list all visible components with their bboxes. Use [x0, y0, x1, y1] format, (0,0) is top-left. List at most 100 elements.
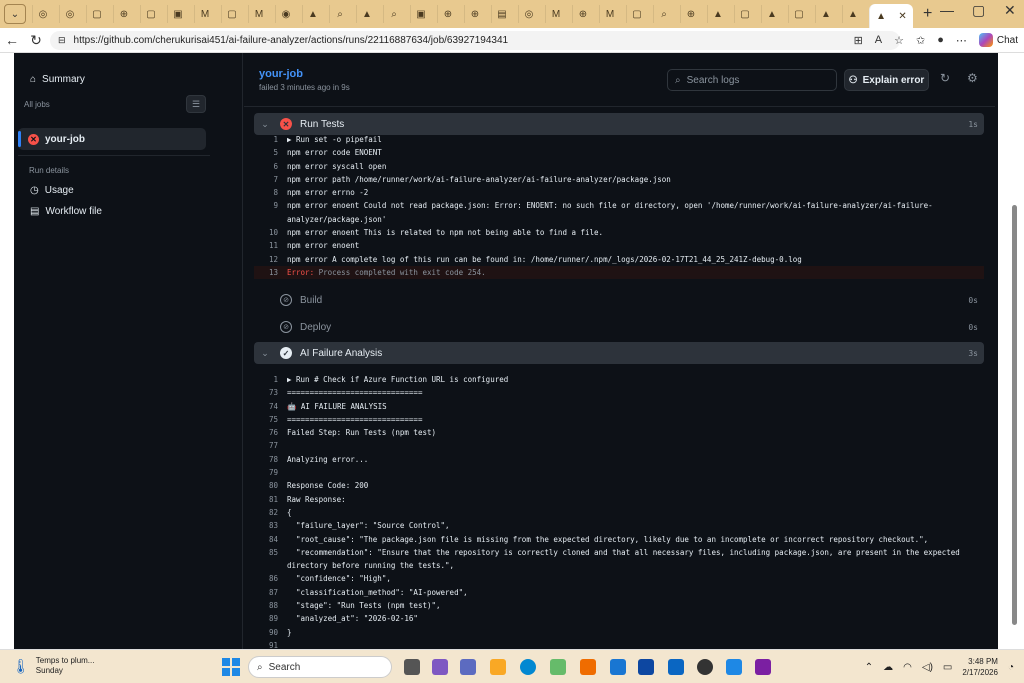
outlook-icon[interactable] [638, 659, 654, 675]
browser-tab[interactable]: ⌕ [653, 5, 674, 23]
url-field[interactable]: ⊟ https://github.com/cherukurisai451/ai-… [50, 31, 900, 50]
browser-tab[interactable]: ▣ [167, 5, 188, 23]
github-icon: ▲ [876, 10, 887, 22]
job-log-panel: your-job failed 3 minutes ago in 9s ⌕ Se… [244, 53, 995, 650]
failed-x-icon: ✕ [28, 133, 39, 145]
tab-actions-button[interactable]: ⌄ [4, 4, 26, 24]
step-name: Build [300, 294, 323, 306]
browser-tab[interactable]: ▢ [221, 5, 242, 23]
close-tab-icon[interactable]: ✕ [898, 11, 906, 22]
browser-tab[interactable]: ▲ [302, 5, 323, 23]
cloud-icon[interactable]: ☁ [883, 662, 893, 673]
browser-tab[interactable]: ▢ [626, 5, 647, 23]
start-button[interactable] [222, 658, 240, 676]
browser-tab[interactable]: ▲ [761, 5, 782, 23]
taskbar-search[interactable]: ⌕ Search [248, 656, 392, 678]
explain-error-button[interactable]: ⚇ Explain error [844, 69, 929, 91]
browser-tab[interactable]: ◎ [59, 5, 80, 23]
browser-tab[interactable]: ⊕ [572, 5, 593, 23]
onenote-icon[interactable] [755, 659, 771, 675]
close-window-icon[interactable]: ✕ [1004, 2, 1016, 19]
browser-tab[interactable]: M [545, 5, 566, 23]
search-logs-input[interactable]: ⌕ Search logs [667, 69, 837, 91]
gear-icon[interactable]: ⚙ [967, 71, 978, 85]
log-line: 73 ============================== [268, 388, 423, 398]
browser-tab[interactable]: ▢ [734, 5, 755, 23]
more-icon[interactable]: ⋯ [956, 34, 967, 47]
wifi-icon[interactable]: ◠ [903, 662, 912, 673]
step-ai-analysis-header[interactable]: ⌄ ✓ AI Failure Analysis 3s [254, 342, 984, 364]
chevron-up-icon[interactable]: ⌃ [865, 662, 873, 673]
filter-jobs-button[interactable]: ☰ [186, 95, 206, 113]
copilot-app-icon[interactable] [432, 659, 448, 675]
chat-button[interactable]: Chat [978, 33, 1018, 47]
new-tab-button[interactable]: + [923, 5, 932, 23]
browser-tab[interactable]: ◎ [32, 5, 53, 23]
step-deploy-header[interactable]: ⊘ Deploy 0s [254, 316, 984, 338]
office-icon[interactable] [580, 659, 596, 675]
linkedin-icon[interactable] [668, 659, 684, 675]
job-sidebar: ⌂ Summary All jobs ☰ ✕ your-job Run deta… [14, 53, 243, 649]
workflow-file-link[interactable]: ▤ Workflow file [30, 206, 102, 217]
search-icon: ⌕ [675, 74, 681, 86]
browser-tab[interactable]: ▣ [410, 5, 431, 23]
store-icon[interactable] [550, 659, 566, 675]
rerun-icon[interactable]: ↻ [940, 71, 950, 85]
browser-tab[interactable]: ▤ [491, 5, 512, 23]
step-name: Deploy [300, 321, 332, 333]
task-view-icon[interactable] [404, 659, 420, 675]
browser-tab[interactable]: M [599, 5, 620, 23]
edge-icon[interactable] [520, 659, 536, 675]
clock[interactable]: 3:48 PM 2/17/2026 [962, 656, 998, 678]
site-info-icon[interactable]: ⊟ [58, 35, 66, 46]
browser-tab[interactable]: ⊕ [464, 5, 485, 23]
minimize-icon[interactable]: — [940, 2, 954, 18]
page-scrollbar[interactable] [998, 53, 1024, 649]
volume-icon[interactable]: ◁) [922, 662, 933, 673]
browser-tab[interactable]: ⊕ [437, 5, 458, 23]
favorite-star-icon[interactable]: ☆ [894, 34, 904, 47]
vscode-icon[interactable] [726, 659, 742, 675]
read-aloud-icon[interactable]: A [875, 34, 882, 46]
apps-icon[interactable]: ⊞ [854, 34, 863, 47]
browser-tab[interactable]: ▢ [788, 5, 809, 23]
browser-tab[interactable]: ⊕ [680, 5, 701, 23]
browser-tab[interactable]: ▲ [707, 5, 728, 23]
battery-icon[interactable]: ▭ [943, 662, 952, 673]
browser-tab[interactable]: M [248, 5, 269, 23]
browser-tab[interactable]: ▲ [815, 5, 836, 23]
browser-tab[interactable]: ▢ [140, 5, 161, 23]
browser-tab[interactable]: ⌕ [383, 5, 404, 23]
step-build-header[interactable]: ⊘ Build 0s [254, 289, 984, 311]
page-left-margin [0, 53, 14, 649]
log-line: 80 Response Code: 200 [268, 481, 369, 491]
step-run-tests-header[interactable]: ⌄ ✕ Run Tests 1s [254, 113, 984, 135]
file-explorer-icon[interactable] [490, 659, 506, 675]
browser-tab[interactable]: ⊕ [113, 5, 134, 23]
browser-tab[interactable]: ▢ [86, 5, 107, 23]
scrollbar-thumb[interactable] [1012, 205, 1017, 625]
sidebar-item-your-job[interactable]: ✕ your-job [18, 128, 206, 150]
refresh-icon[interactable]: ↻ [24, 32, 48, 49]
browser-tab[interactable]: ▲ [842, 5, 863, 23]
browser-tab-active[interactable]: ▲ ✕ [869, 4, 913, 28]
browser-tab[interactable]: M [194, 5, 215, 23]
browser-tab[interactable]: ◉ [275, 5, 296, 23]
notification-icon[interactable]: ◔ [1008, 662, 1014, 673]
usage-link[interactable]: ◷ Usage [30, 185, 74, 196]
back-icon[interactable]: ← [0, 32, 24, 48]
summary-link[interactable]: ⌂ Summary [30, 74, 85, 85]
remote-desktop-icon[interactable] [610, 659, 626, 675]
chatgpt-icon[interactable] [697, 659, 713, 675]
browser-tab[interactable]: ◎ [518, 5, 539, 23]
browser-tab[interactable]: ⌕ [329, 5, 350, 23]
step-run-tests-log: 1 ▶ Run set -o pipefail 5 npm error code EN… [254, 133, 984, 266]
log-line: 10 npm error enoent This is related to np… [268, 228, 604, 238]
maximize-icon[interactable]: ▢ [972, 2, 985, 19]
browser-tab[interactable]: ▲ [356, 5, 377, 23]
profile-icon[interactable]: ● [937, 34, 944, 46]
chevron-down-icon: ⌄ [261, 118, 269, 129]
teams-icon[interactable] [460, 659, 476, 675]
weather-widget[interactable]: 🌡 Temps to plum... Sunday [12, 656, 94, 676]
favorites-icon[interactable]: ✩ [916, 34, 925, 47]
